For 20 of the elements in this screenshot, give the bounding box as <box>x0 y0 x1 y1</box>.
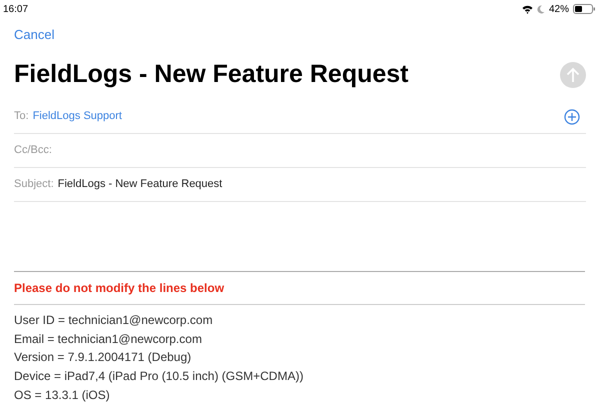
add-icon[interactable] <box>564 108 580 124</box>
cancel-button[interactable]: Cancel <box>14 26 54 44</box>
message-title: FieldLogs - New Feature Request <box>14 59 409 90</box>
arrow-up-icon <box>566 67 580 83</box>
battery-percent: 42% <box>548 2 569 16</box>
info-line: User ID = technician1@newcorp.com <box>14 312 214 329</box>
info-line: Version = 7.9.1.2004171 (Debug) <box>14 349 192 366</box>
field-label: To: <box>14 109 29 124</box>
info-line: Email = technician1@newcorp.com <box>14 330 203 348</box>
wifi-icon <box>522 4 533 14</box>
battery-icon <box>573 4 595 14</box>
recipient-name[interactable]: FieldLogs Support <box>32 108 122 125</box>
info-line: OS = 13.3.1 (iOS) <box>14 386 111 404</box>
status-time: 16:07 <box>3 2 28 16</box>
info-line: Device = iPad7,4 (iPad Pro (10.5 inch) (GSM+CDMA)) <box>14 368 304 386</box>
warning-text: Please do not modify the lines below <box>14 280 226 297</box>
moon-icon <box>536 4 545 14</box>
field-label: Cc/Bcc: <box>14 143 52 158</box>
field-label: Subject: <box>14 177 54 192</box>
subject-value[interactable]: FieldLogs - New Feature Request <box>58 176 222 193</box>
